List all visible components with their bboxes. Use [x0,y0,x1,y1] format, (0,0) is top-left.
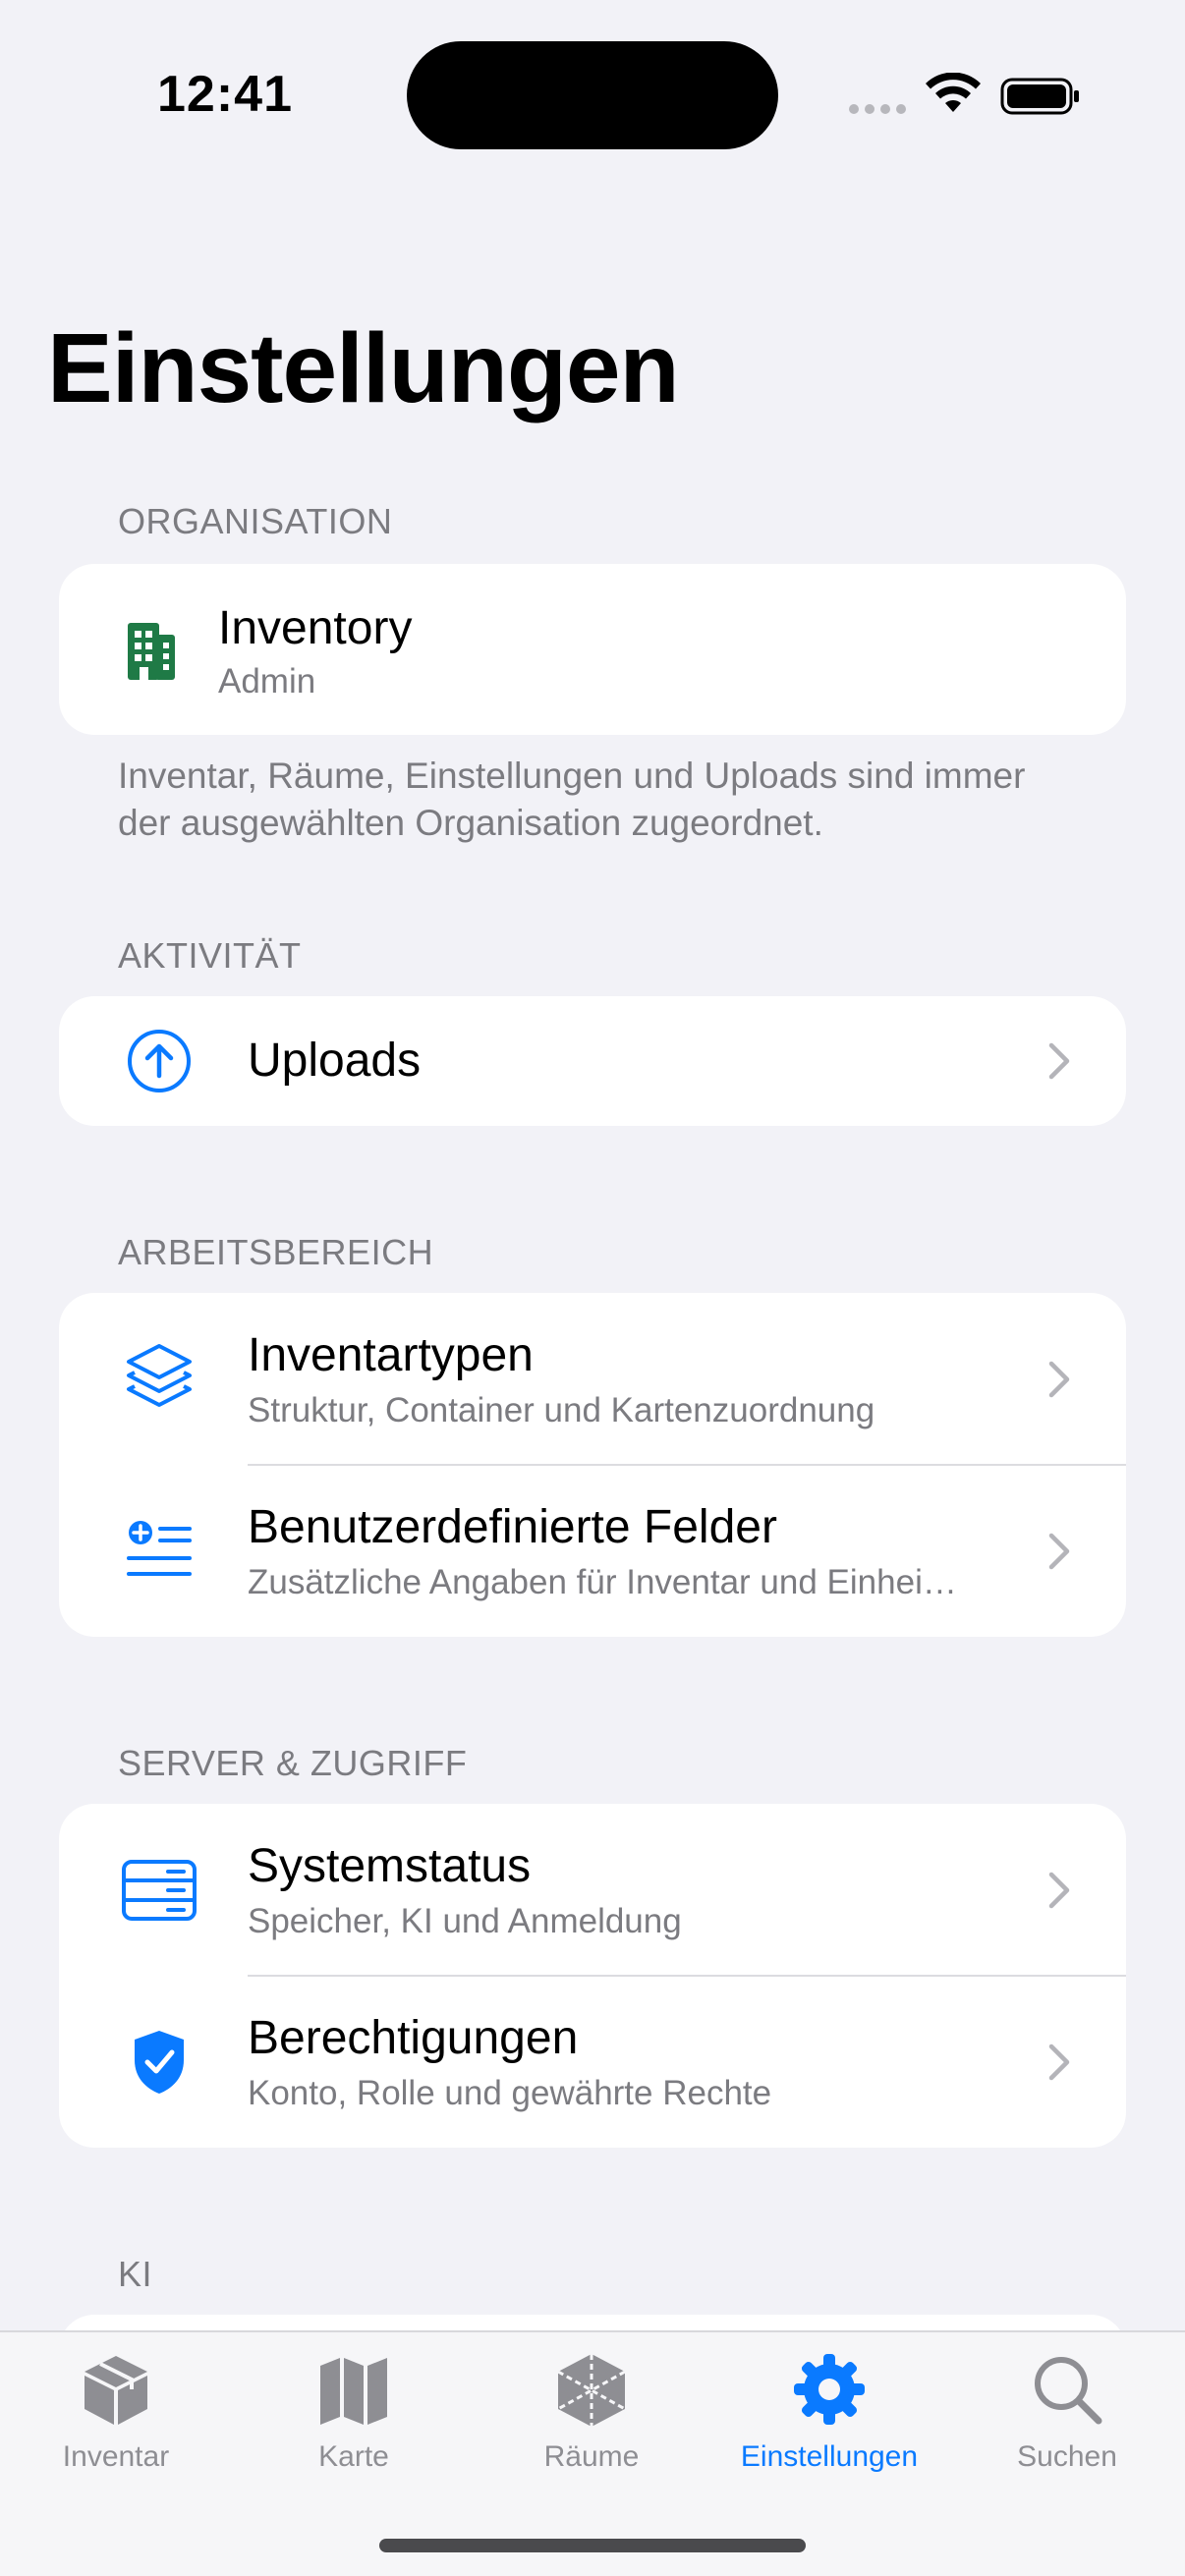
custom-fields-row[interactable]: Benutzerdefinierte Felder Zusätzliche An… [59,1465,1126,1637]
tab-karte[interactable]: Karte [255,2350,452,2497]
box-icon [85,2356,147,2425]
layers-icon [124,1342,195,1413]
tab-suchen[interactable]: Suchen [969,2350,1165,2497]
organisation-group: Inventory Admin [59,564,1126,735]
tab-inventar[interactable]: Inventar [18,2350,214,2497]
uploads-label: Uploads [248,1035,422,1087]
inventory-types-row[interactable]: Inventartypen Struktur, Container und Ka… [59,1293,1126,1465]
tab-label: Einstellungen [740,2440,919,2473]
permissions-title: Berechtigungen [248,2012,579,2064]
system-status-row[interactable]: Systemstatus Speicher, KI und Anmeldung [59,1804,1126,1976]
server-icon [120,1859,198,1922]
building-icon [122,619,181,684]
organisation-role: Admin [218,662,316,700]
section-header-activity: AKTIVITÄT [118,935,302,976]
custom-fields-icon [124,1514,195,1585]
status-time: 12:41 [157,66,293,123]
map-icon [320,2358,387,2425]
chevron-right-icon [1048,1872,1070,1909]
custom-fields-title: Benutzerdefinierte Felder [248,1501,777,1553]
inventory-types-title: Inventartypen [248,1329,534,1381]
room-icon [557,2354,626,2427]
section-header-organisation: ORGANISATION [118,501,393,541]
tab-raeume[interactable]: Räume [493,2350,690,2497]
system-status-title: Systemstatus [248,1840,532,1892]
gear-icon [794,2354,865,2425]
uploads-row[interactable]: Uploads [59,996,1126,1126]
tab-label: Räume [543,2440,640,2473]
tab-label: Karte [318,2440,389,2473]
tab-einstellungen[interactable]: Einstellungen [731,2350,928,2497]
workspace-group: Inventartypen Struktur, Container und Ka… [59,1293,1126,1637]
chevron-right-icon [1048,1533,1070,1570]
status-bar: 12:41 [0,0,1185,187]
chevron-right-icon [1048,1042,1070,1080]
upload-arrow-icon [126,1028,193,1094]
chevron-right-icon [1048,1361,1070,1398]
organisation-row[interactable]: Inventory Admin [59,564,1126,735]
dynamic-island [407,41,778,149]
chevron-right-icon [1048,2044,1070,2081]
inventory-types-subtitle: Struktur, Container und Kartenzuordnung [248,1391,875,1429]
organisation-footnote: Inventar, Räume, Einstellungen und Uploa… [118,756,1026,843]
tab-label: Suchen [1017,2440,1117,2473]
activity-group: Uploads [59,996,1126,1126]
section-header-ai: KI [118,2254,153,2294]
organisation-name: Inventory [218,602,413,654]
search-icon [1035,2357,1102,2425]
shield-check-icon [130,2027,189,2098]
wifi-icon [926,73,981,112]
home-indicator[interactable] [379,2539,806,2552]
server-group: Systemstatus Speicher, KI und Anmeldung … [59,1804,1126,2148]
section-header-workspace: ARBEITSBEREICH [118,1232,434,1272]
battery-icon [1000,78,1079,115]
permissions-subtitle: Konto, Rolle und gewährte Rechte [248,2074,772,2112]
tab-label: Inventar [62,2440,170,2473]
cellular-signal-icon [849,104,906,114]
custom-fields-subtitle: Zusätzliche Angaben für Inventar und Ein… [248,1563,957,1601]
system-status-subtitle: Speicher, KI und Anmeldung [248,1902,682,1940]
page-title: Einstellungen [47,313,680,423]
section-header-server: SERVER & ZUGRIFF [118,1743,468,1783]
permissions-row[interactable]: Berechtigungen Konto, Rolle und gewährte… [59,1976,1126,2148]
